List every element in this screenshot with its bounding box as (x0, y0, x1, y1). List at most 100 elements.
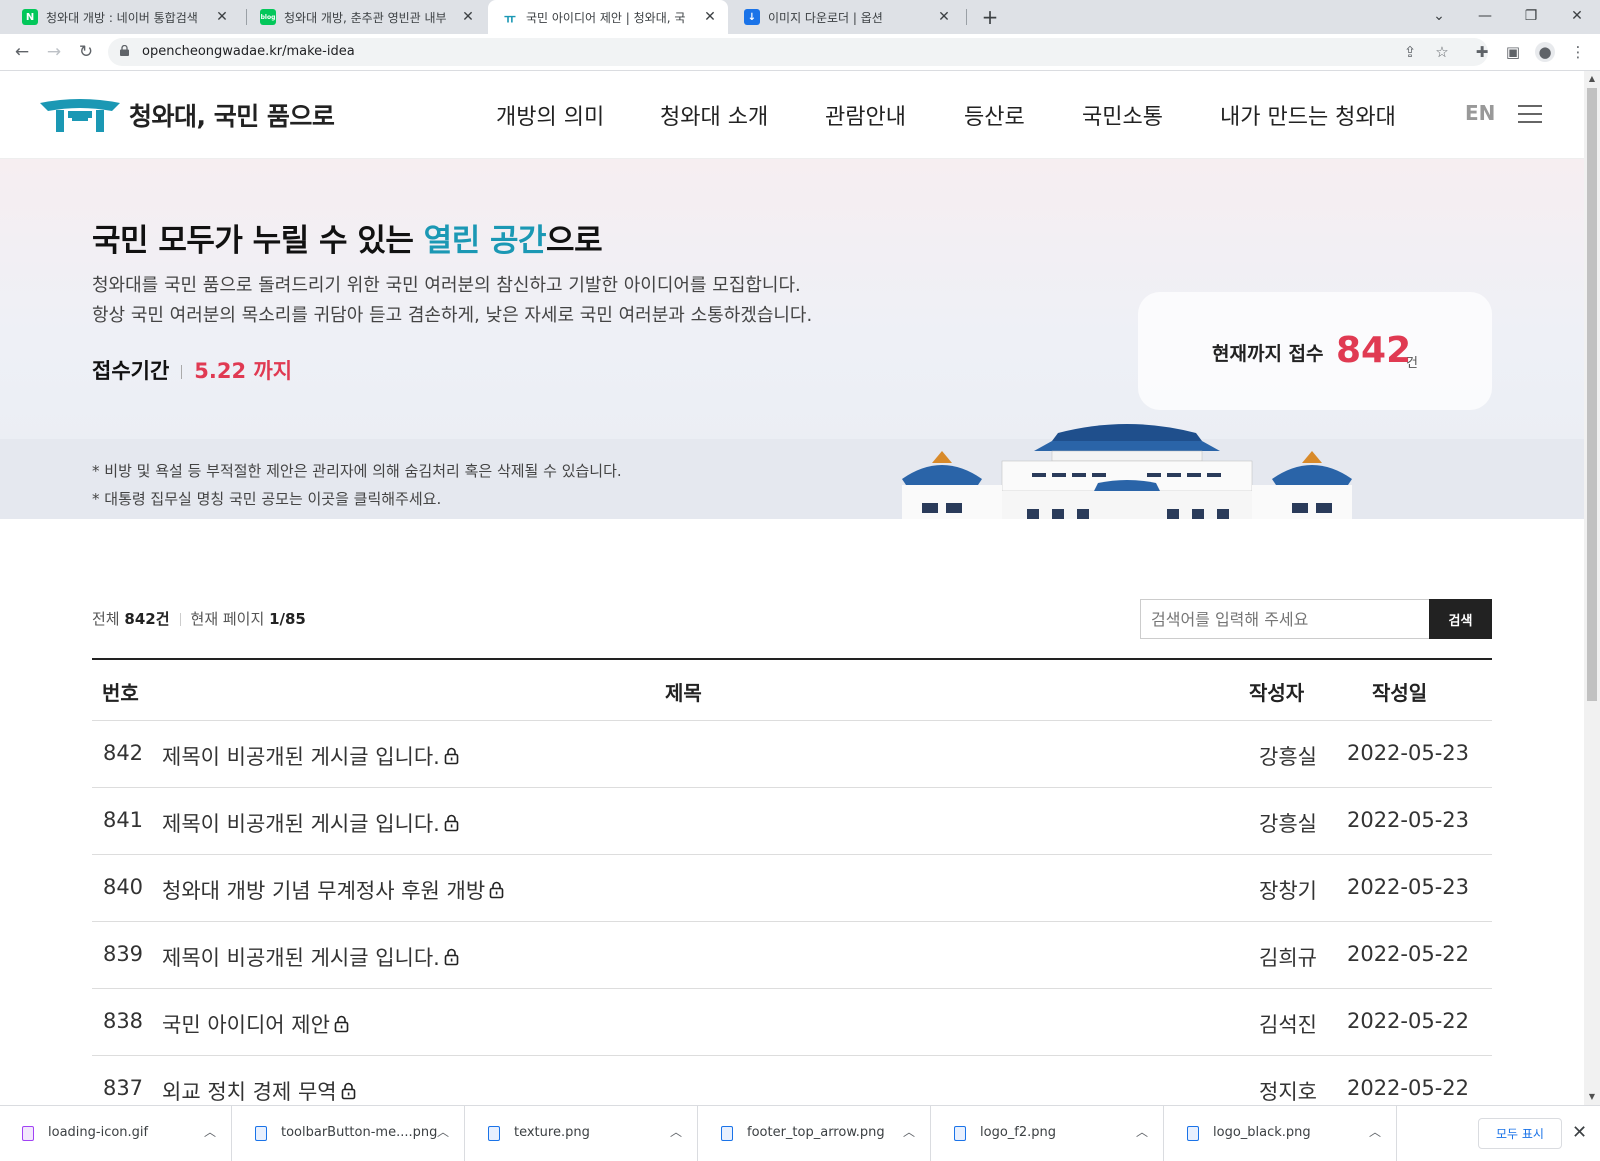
row-author: 정지호 (1259, 1080, 1317, 1104)
nav-item-trail[interactable]: 등산로 (964, 99, 1025, 131)
submission-period: 접수기간 5.22 까지 (92, 359, 293, 383)
column-header-number: 번호 (102, 681, 139, 705)
scroll-up-arrow-icon[interactable]: ▲ (1584, 71, 1600, 87)
page-scrollbar[interactable]: ▲ ▼ (1584, 71, 1600, 1105)
tab-title: 이미지 다운로더 | 옵션 (768, 10, 883, 25)
submission-count-card: 현재까지 접수 842 건 (1138, 292, 1492, 410)
cheongwadae-icon: ㅠ (502, 9, 518, 27)
side-panel-icon[interactable]: ▣ (1503, 42, 1523, 62)
table-row[interactable]: 840 청와대 개방 기념 무계정사 후원 개방 장창기 2022-05-23 (92, 855, 1492, 922)
nav-item-my-cheongwadae[interactable]: 내가 만드는 청와대 (1220, 99, 1396, 131)
forward-icon[interactable]: → (42, 40, 66, 64)
png-file-icon (721, 1126, 733, 1141)
note-naming-contest-link[interactable]: * 대통령 집무실 명칭 국민 공모는 이곳을 클릭해주세요. (92, 485, 622, 513)
close-icon[interactable]: ✕ (214, 9, 230, 25)
browser-tab[interactable]: blog 청와대 개방, 춘추관 영빈관 내부 ✕ (246, 0, 486, 34)
download-filename: logo_f2.png (980, 1125, 1056, 1140)
chevron-up-icon[interactable]: ︿ (903, 1123, 915, 1140)
row-title[interactable]: 국민 아이디어 제안 (162, 1009, 330, 1039)
table-row[interactable]: 839 제목이 비공개된 게시글 입니다. 김희규 2022-05-22 (92, 922, 1492, 989)
nav-item-meaning[interactable]: 개방의 의미 (496, 99, 604, 131)
back-icon[interactable]: ← (10, 40, 34, 64)
hero-banner: 국민 모두가 누릴 수 있는 열린 공간으로 청와대를 국민 품으로 돌려드리기… (0, 159, 1584, 519)
show-all-downloads-button[interactable]: 모두 표시 (1478, 1118, 1562, 1149)
row-title[interactable]: 청와대 개방 기념 무계정사 후원 개방 (162, 875, 485, 905)
close-icon[interactable]: ✕ (460, 9, 476, 25)
row-date: 2022-05-22 (1346, 1076, 1470, 1100)
row-number: 838 (102, 1009, 144, 1033)
naver-icon: N (22, 9, 38, 25)
submission-count: 842 (1336, 330, 1412, 371)
url-text: opencheongwadae.kr/make-idea (142, 44, 355, 59)
lock-icon (120, 45, 129, 56)
scroll-down-arrow-icon[interactable]: ▼ (1584, 1089, 1600, 1105)
bookmark-star-icon[interactable]: ☆ (1432, 42, 1452, 62)
nav-item-intro[interactable]: 청와대 소개 (660, 99, 768, 131)
extensions-icon[interactable]: ✚ (1472, 42, 1492, 62)
row-date: 2022-05-23 (1346, 808, 1470, 832)
hero-title: 국민 모두가 누릴 수 있는 열린 공간으로 (92, 223, 603, 259)
browser-tab[interactable]: N 청와대 개방 : 네이버 통합검색 ✕ (8, 0, 240, 34)
search-input[interactable] (1140, 599, 1430, 639)
menu-kebab-icon[interactable]: ⋮ (1568, 42, 1588, 62)
table-row[interactable]: 841 제목이 비공개된 게시글 입니다. 강흥실 2022-05-23 (92, 788, 1492, 855)
lock-icon (444, 747, 459, 765)
download-item[interactable]: footer_top_arrow.png ︿ (699, 1106, 931, 1161)
current-page: 1/85 (269, 610, 306, 628)
png-file-icon (488, 1126, 500, 1141)
row-number: 837 (102, 1076, 144, 1100)
nav-item-communication[interactable]: 국민소통 (1082, 99, 1163, 131)
scrollbar-thumb[interactable] (1587, 88, 1597, 701)
chevron-up-icon[interactable]: ︿ (437, 1123, 449, 1140)
browser-tab-active[interactable]: ㅠ 국민 아이디어 제안 | 청와대, 국 ✕ (488, 0, 728, 34)
browser-tab[interactable]: ↓ 이미지 다운로더 | 옵션 ✕ (730, 0, 962, 34)
window-close-icon[interactable]: ✕ (1554, 0, 1600, 34)
search-button[interactable]: 검색 (1429, 599, 1492, 639)
minimize-icon[interactable]: — (1462, 0, 1508, 34)
row-title[interactable]: 제목이 비공개된 게시글 입니다. (162, 808, 440, 838)
download-item[interactable]: texture.png ︿ (466, 1106, 698, 1161)
row-title[interactable]: 제목이 비공개된 게시글 입니다. (162, 942, 440, 972)
close-icon[interactable]: ✕ (936, 9, 952, 25)
row-title[interactable]: 제목이 비공개된 게시글 입니다. (162, 741, 440, 771)
download-filename: toolbarButton-me....png (281, 1125, 438, 1140)
hamburger-menu-icon[interactable] (1518, 105, 1542, 123)
download-filename: texture.png (514, 1125, 590, 1140)
table-row[interactable]: 842 제목이 비공개된 게시글 입니다. 강흥실 2022-05-23 (92, 721, 1492, 788)
language-toggle[interactable]: EN (1465, 101, 1495, 125)
download-item[interactable]: loading-icon.gif ︿ (0, 1106, 232, 1161)
row-number: 839 (102, 942, 144, 966)
new-tab-button[interactable]: + (978, 5, 1002, 29)
reload-icon[interactable]: ↻ (74, 40, 98, 64)
close-download-shelf-icon[interactable]: ✕ (1572, 1122, 1587, 1143)
row-number: 842 (102, 741, 144, 765)
column-header-date: 작성일 (1372, 681, 1428, 705)
chevron-up-icon[interactable]: ︿ (204, 1123, 216, 1140)
row-title[interactable]: 외교 정치 경제 무역 (162, 1076, 337, 1105)
share-icon[interactable]: ⇪ (1400, 42, 1420, 62)
restore-icon[interactable]: ❐ (1508, 0, 1554, 34)
download-item[interactable]: logo_black.png ︿ (1165, 1106, 1397, 1161)
address-bar[interactable]: opencheongwadae.kr/make-idea (108, 38, 1488, 66)
png-file-icon (954, 1126, 966, 1141)
table-row[interactable]: 838 국민 아이디어 제안 김석진 2022-05-22 (92, 989, 1492, 1056)
chevron-up-icon[interactable]: ︿ (670, 1123, 682, 1140)
profile-icon[interactable]: ● (1535, 42, 1555, 62)
lock-icon (489, 881, 504, 899)
hero-description: 청와대를 국민 품으로 돌려드리기 위한 국민 여러분의 참신하고 기발한 아이… (92, 275, 813, 326)
site-logo[interactable]: 청와대, 국민 품으로 (40, 95, 335, 135)
tab-search-icon[interactable]: ⌄ (1416, 0, 1462, 34)
png-file-icon (1187, 1126, 1199, 1141)
nav-item-visit-guide[interactable]: 관람안내 (825, 99, 906, 131)
chevron-up-icon[interactable]: ︿ (1136, 1123, 1148, 1140)
download-filename: footer_top_arrow.png (747, 1125, 885, 1140)
chevron-up-icon[interactable]: ︿ (1369, 1123, 1381, 1140)
close-icon[interactable]: ✕ (702, 9, 718, 25)
row-date: 2022-05-23 (1346, 741, 1470, 765)
tab-title: 청와대 개방, 춘추관 영빈관 내부 (284, 10, 447, 25)
download-item[interactable]: logo_f2.png ︿ (932, 1106, 1164, 1161)
download-item[interactable]: toolbarButton-me....png ︿ (233, 1106, 465, 1161)
download-icon: ↓ (744, 9, 760, 25)
table-row[interactable]: 837 외교 정치 경제 무역 정지호 2022-05-22 (92, 1056, 1492, 1105)
blue-house-illustration (902, 424, 1352, 519)
